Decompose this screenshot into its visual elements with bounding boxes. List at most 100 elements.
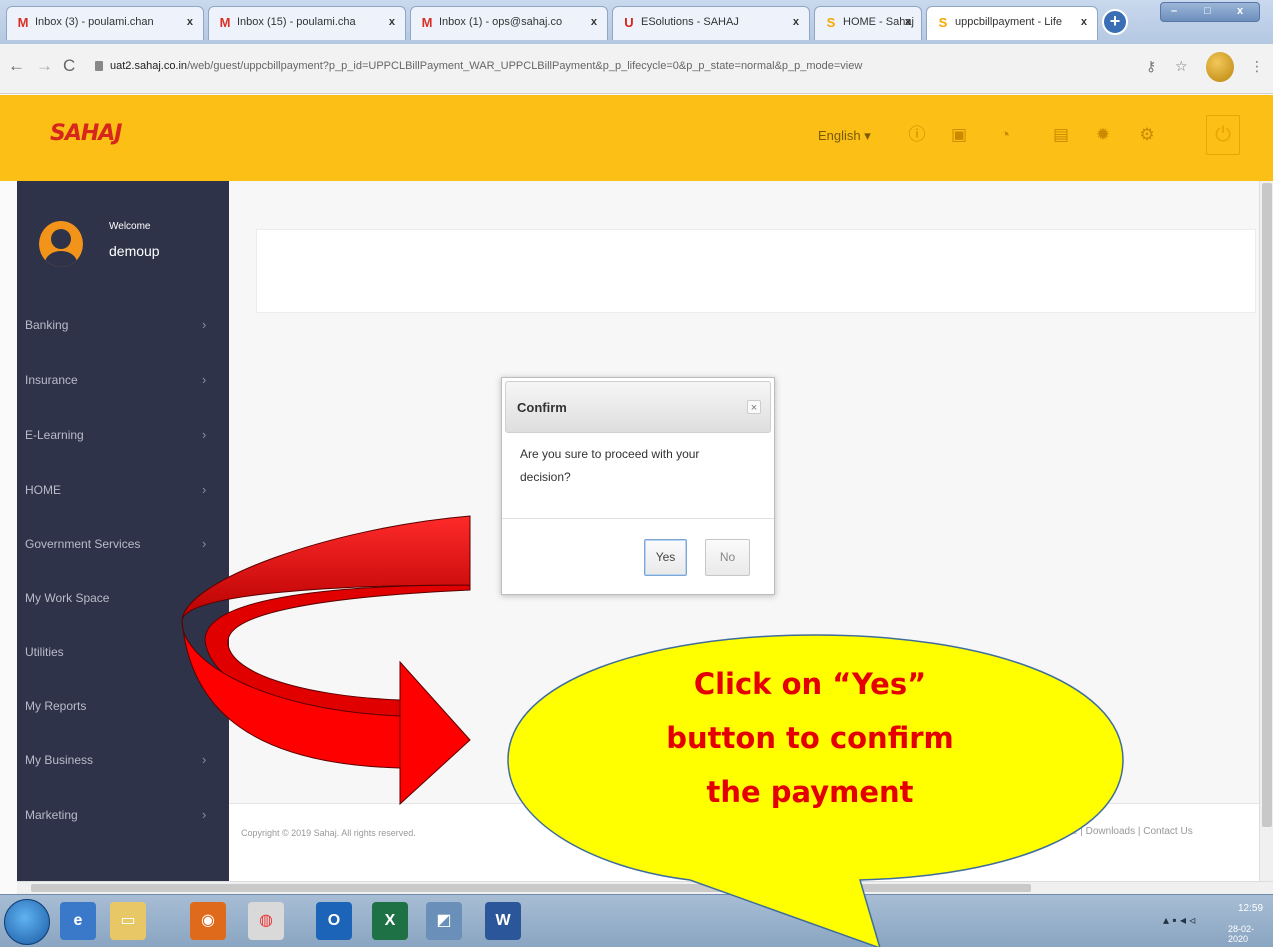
menu-kebab-icon[interactable]: ⋮ [1250, 58, 1264, 75]
url-field[interactable]: uat2.sahaj.co.in/web/guest/uppcbillpayme… [110, 60, 862, 72]
key-icon[interactable]: ⚷ [1146, 58, 1156, 75]
close-icon[interactable]: × [747, 400, 761, 414]
browser-tab[interactable]: M Inbox (15) - poulami.cha x [208, 6, 406, 40]
language-selector[interactable]: English ▾ [818, 128, 871, 144]
bookmark-star-icon[interactable]: ☆ [1175, 58, 1188, 75]
tab-label: Inbox (15) - poulami.cha [237, 16, 356, 28]
sidebar-item-my-business[interactable]: My Business › [17, 742, 229, 782]
sidebar-item-label: Government Services [25, 537, 141, 551]
windows-taskbar: e ▭ ◉ ◍ O X ◩ W ▴ ▪ ◂ ◃ 12:59 28-02-2020 [0, 894, 1273, 947]
app-icon[interactable]: ◩ [426, 902, 462, 940]
no-button[interactable]: No [705, 539, 750, 576]
back-icon[interactable]: ← [8, 56, 25, 76]
word-icon[interactable]: W [485, 902, 521, 940]
minimize-icon[interactable]: – [1171, 5, 1177, 17]
settings-icon[interactable]: ⚙ [1136, 123, 1158, 147]
sahaj-s-icon: S [826, 15, 836, 30]
maximize-icon[interactable]: □ [1204, 5, 1211, 17]
sidebar-item-e-learning[interactable]: E-Learning › [17, 417, 229, 457]
copyright-text: Copyright © 2019 Sahaj. All rights reser… [241, 828, 416, 838]
chevron-right-icon: › [202, 807, 207, 822]
tab-close-icon[interactable]: x [905, 16, 911, 28]
chevron-right-icon: › [202, 482, 207, 497]
dialog-title: Confirm [517, 400, 567, 415]
window-controls[interactable]: – □ x [1160, 2, 1260, 22]
language-label: English [818, 128, 861, 143]
browser-address-bar: ← → C uat2.sahaj.co.in/web/guest/uppcbil… [0, 44, 1273, 94]
sidebar-item-banking[interactable]: Banking › [17, 307, 229, 347]
system-tray-icons[interactable]: ▴ ▪ ◂ ◃ [1163, 913, 1195, 927]
internet-explorer-icon[interactable]: e [60, 902, 96, 940]
sidebar-item-my-work-space[interactable]: My Work Space [17, 580, 229, 620]
scrollbar-thumb[interactable] [31, 884, 1031, 892]
sidebar-item-label: My Reports [25, 699, 87, 713]
sahaj-s-icon: S [938, 15, 948, 30]
file-explorer-icon[interactable]: ▭ [110, 902, 146, 940]
tab-label: HOME - Sahaj [843, 16, 914, 28]
tab-close-icon[interactable]: x [591, 16, 597, 28]
browser-tab-strip: M Inbox (3) - poulami.chan x M Inbox (15… [0, 0, 1273, 44]
calendar-icon[interactable]: ▣ [948, 123, 970, 147]
gmail-icon: M [17, 15, 29, 30]
url-path: /web/guest/uppcbillpayment?p_p_id=UPPCLB… [187, 60, 863, 72]
confirm-dialog: Confirm × Are you sure to proceed with y… [501, 377, 775, 595]
sahaj-logo[interactable]: SAHAJ [50, 121, 122, 146]
media-player-icon[interactable]: ◉ [190, 902, 226, 940]
tab-label: Inbox (1) - ops@sahaj.co [439, 16, 563, 28]
scrollbar-thumb[interactable] [1262, 183, 1272, 827]
info-icon[interactable]: ⓘ [906, 123, 928, 147]
close-window-icon[interactable]: x [1237, 5, 1243, 17]
browser-tab[interactable]: U ESolutions - SAHAJ x [612, 6, 810, 40]
chevron-right-icon: › [202, 536, 207, 551]
sidebar-item-label: My Business [25, 753, 94, 767]
dialog-header: Confirm × [505, 381, 771, 433]
gear-icon[interactable]: ✹ [1092, 123, 1114, 147]
footer-links[interactable]: Corporate | Downloads | Contact Us [1033, 826, 1193, 837]
excel-icon[interactable]: X [372, 902, 408, 940]
chart-icon[interactable]: ◔ [994, 123, 1016, 147]
yes-button[interactable]: Yes [644, 539, 687, 576]
sidebar-item-marketing[interactable]: Marketing › [17, 797, 229, 837]
browser-tab[interactable]: M Inbox (1) - ops@sahaj.co x [410, 6, 608, 40]
sahaj-icon: U [624, 15, 634, 30]
screenshot-stage: M Inbox (3) - poulami.chan x M Inbox (15… [0, 0, 1273, 947]
browser-tab[interactable]: S HOME - Sahaj x [814, 6, 922, 40]
welcome-label: Welcome [109, 221, 151, 232]
sidebar-item-label: My Work Space [25, 591, 110, 605]
horizontal-scrollbar[interactable] [17, 881, 1273, 894]
sidebar-item-my-reports[interactable]: My Reports [17, 688, 229, 728]
start-button[interactable] [4, 899, 50, 945]
lock-icon [95, 61, 103, 71]
document-icon[interactable]: ▤ [1050, 123, 1072, 147]
tab-close-icon[interactable]: x [187, 16, 193, 28]
sidebar-item-insurance[interactable]: Insurance › [17, 362, 229, 402]
sidebar-item-label: HOME [25, 483, 61, 497]
sidebar-item-utilities[interactable]: Utilities [17, 634, 229, 674]
clock-date: 28-02-2020 [1228, 924, 1255, 944]
dialog-divider [502, 518, 774, 519]
tab-close-icon[interactable]: x [793, 16, 799, 28]
reload-icon[interactable]: C [63, 56, 75, 76]
tab-close-icon[interactable]: x [1081, 16, 1087, 28]
vertical-scrollbar[interactable] [1259, 181, 1273, 881]
logout-button[interactable]: ⏻ [1206, 115, 1240, 155]
chevron-right-icon: › [202, 317, 207, 332]
chrome-icon[interactable]: ◍ [248, 902, 284, 940]
chevron-right-icon: › [202, 372, 207, 387]
power-icon: ⏻ [1215, 124, 1231, 146]
sidebar-item-label: Insurance [25, 373, 78, 387]
browser-tab-active[interactable]: S uppcbillpayment - Life x [926, 6, 1098, 40]
profile-avatar-icon[interactable] [1206, 52, 1234, 82]
tab-label: uppcbillpayment - Life [955, 16, 1063, 28]
url-host: uat2.sahaj.co.in [110, 60, 188, 72]
sidebar-item-home[interactable]: HOME › [17, 472, 229, 512]
new-tab-button[interactable]: + [1102, 9, 1128, 35]
outlook-icon[interactable]: O [316, 902, 352, 940]
tab-label: Inbox (3) - poulami.chan [35, 16, 154, 28]
tab-close-icon[interactable]: x [389, 16, 395, 28]
forward-icon[interactable]: → [36, 56, 53, 76]
sidebar-item-label: E-Learning [25, 428, 84, 442]
page-footer: Copyright © 2019 Sahaj. All rights reser… [229, 803, 1259, 881]
browser-tab[interactable]: M Inbox (3) - poulami.chan x [6, 6, 204, 40]
sidebar-item-government-services[interactable]: Government Services › [17, 526, 229, 566]
